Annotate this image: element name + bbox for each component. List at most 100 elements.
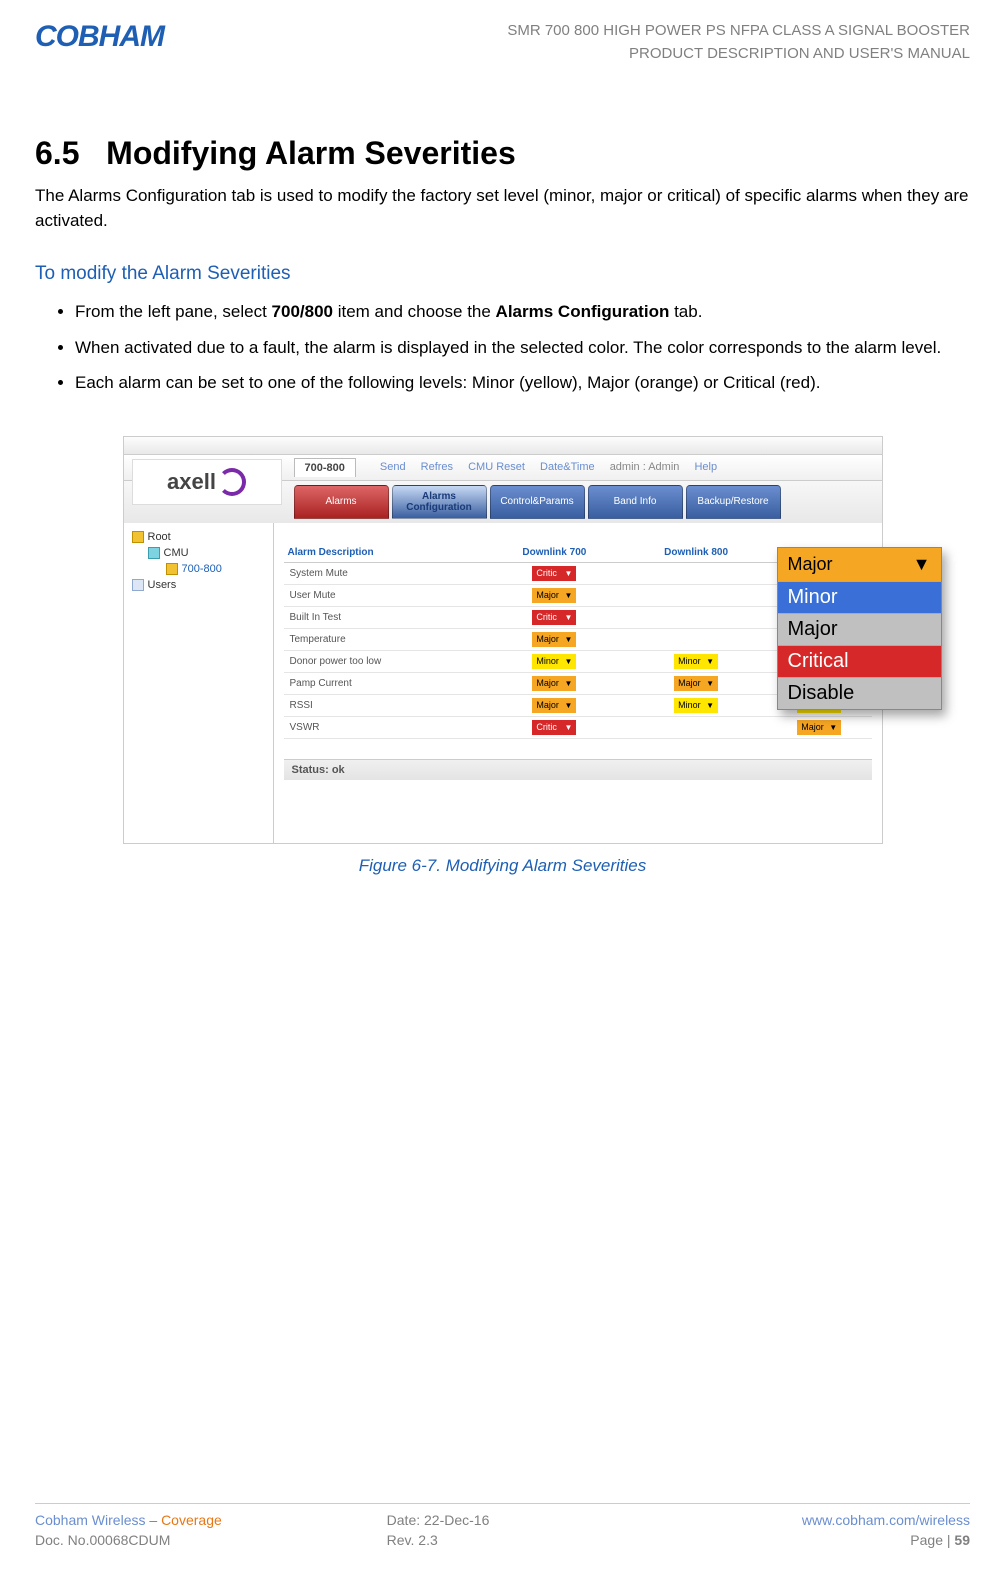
section-number: 6.5 [35, 135, 79, 171]
page-footer: Cobham Wireless – Coverage Date: 22-Dec-… [35, 1503, 970, 1548]
severity-cell: Major ▼ [484, 672, 626, 694]
severity-dropdown[interactable]: Critic ▼ [532, 566, 576, 581]
severity-cell: Major▼ [767, 716, 872, 738]
tab-alarms[interactable]: Alarms [294, 485, 389, 519]
tree-users[interactable]: Users [130, 577, 267, 593]
text: tab. [669, 302, 702, 321]
text: From the left pane, select [75, 302, 272, 321]
cmu-reset-link[interactable]: CMU Reset [468, 461, 525, 473]
severity-cell [625, 716, 767, 738]
chevron-down-icon: ▼ [564, 635, 572, 644]
severity-option-disable[interactable]: Disable [778, 677, 941, 709]
severity-cell: Major▼ [484, 584, 626, 606]
chevron-down-icon: ▼ [564, 723, 572, 732]
severity-label: Major [678, 678, 701, 688]
severity-label: Major [536, 678, 559, 688]
chevron-down-icon: ▼ [564, 591, 572, 600]
cobham-logo: COBHAM [35, 20, 164, 54]
instruction-item: Each alarm can be set to one of the foll… [75, 370, 970, 396]
tab-control-params[interactable]: Control&Params [490, 485, 585, 519]
tab-alarms-configuration[interactable]: Alarms Configuration [392, 485, 487, 519]
axell-swirl-icon [218, 468, 246, 496]
severity-dropdown[interactable]: Major ▼ [532, 698, 576, 713]
tab-band-info[interactable]: Band Info [588, 485, 683, 519]
alarm-description: Pamp Current [284, 672, 484, 694]
severity-dropdown[interactable]: Major▼ [797, 720, 841, 735]
severity-cell [625, 562, 767, 584]
footer-rev: Rev. 2.3 [347, 1532, 659, 1548]
section-title-text: Modifying Alarm Severities [106, 135, 516, 171]
chevron-down-icon: ▼ [564, 657, 572, 666]
severity-label: Major [536, 700, 559, 710]
severity-dropdown[interactable]: Minor ▼ [674, 654, 718, 669]
topbar-links: Send Refres CMU Reset Date&Time admin : … [380, 461, 729, 473]
footer-text: Page | [910, 1532, 954, 1548]
footer-company: Cobham Wireless – Coverage [35, 1512, 347, 1528]
alarm-description: Donor power too low [284, 650, 484, 672]
refresh-link[interactable]: Refres [421, 461, 453, 473]
severity-dropdown[interactable]: Critic▼ [532, 720, 576, 735]
chevron-down-icon: ▼ [706, 679, 714, 688]
severity-dropdown[interactable]: Minor▼ [674, 698, 718, 713]
status-bar: Status: ok [284, 759, 872, 780]
tab-backup-restore[interactable]: Backup/Restore [686, 485, 781, 519]
severity-dropdown[interactable]: Major ▼ [532, 632, 576, 647]
axell-logo: axell [132, 459, 282, 505]
severity-label: Critic [536, 568, 557, 578]
doc-header: SMR 700 800 HIGH POWER PS NFPA CLASS A S… [507, 20, 970, 65]
alarm-description: RSSI [284, 694, 484, 716]
severity-option-major[interactable]: Major [778, 613, 941, 645]
tree-700-800[interactable]: 700-800 [130, 561, 267, 577]
admin-label: admin : Admin [610, 461, 680, 473]
folder-icon [166, 563, 178, 575]
instruction-item: From the left pane, select 700/800 item … [75, 299, 970, 325]
severity-cell [625, 584, 767, 606]
help-link[interactable]: Help [694, 461, 717, 473]
text-bold: 700/800 [272, 302, 333, 321]
users-icon [132, 579, 144, 591]
tree-cmu[interactable]: CMU [130, 545, 267, 561]
severity-cell: Minor ▼ [625, 650, 767, 672]
tree-label: Users [148, 579, 177, 591]
severity-cell: Critic▼ [484, 606, 626, 628]
severity-dropdown-popup: Major ▼ Minor Major Critical Disable [777, 547, 942, 710]
footer-page: Page | 59 [658, 1532, 970, 1548]
chevron-down-icon: ▼ [564, 701, 572, 710]
severity-option-minor[interactable]: Minor [778, 581, 941, 613]
severity-dropdown[interactable]: Major ▼ [532, 676, 576, 691]
severity-dropdown[interactable]: Minor▼ [532, 654, 576, 669]
severity-cell: Minor▼ [625, 694, 767, 716]
chevron-down-icon: ▼ [564, 679, 572, 688]
doc-header-line2: PRODUCT DESCRIPTION AND USER'S MANUAL [507, 43, 970, 66]
severity-dropdown[interactable]: Major ▼ [674, 676, 718, 691]
severity-cell: Critic ▼ [484, 562, 626, 584]
severity-label: Minor [678, 656, 701, 666]
tree-root[interactable]: Root [130, 529, 267, 545]
tree-sidebar: Root CMU 700-800 Users [124, 523, 274, 843]
chevron-down-icon: ▼ [564, 569, 572, 578]
tree-label: 700-800 [182, 563, 222, 575]
chevron-down-icon: ▼ [706, 657, 714, 666]
tree-label: Root [148, 531, 171, 543]
col-alarm-description: Alarm Description [284, 543, 484, 563]
col-downlink-800: Downlink 800 [625, 543, 767, 563]
instruction-item: When activated due to a fault, the alarm… [75, 335, 970, 361]
alarm-description: VSWR [284, 716, 484, 738]
alarm-description: User Mute [284, 584, 484, 606]
send-link[interactable]: Send [380, 461, 406, 473]
severity-dropdown-selected[interactable]: Major ▼ [778, 548, 941, 581]
severity-label: Minor [678, 700, 701, 710]
severity-label: Major [536, 634, 559, 644]
severity-dropdown[interactable]: Critic▼ [532, 610, 576, 625]
section-heading: 6.5 Modifying Alarm Severities [35, 135, 970, 172]
section-intro: The Alarms Configuration tab is used to … [35, 184, 970, 233]
alarm-description: System Mute [284, 562, 484, 584]
topbar-device-tab[interactable]: 700-800 [294, 458, 356, 477]
datetime-link[interactable]: Date&Time [540, 461, 595, 473]
severity-cell: Major ▼ [484, 694, 626, 716]
footer-url: www.cobham.com/wireless [658, 1512, 970, 1528]
severity-dropdown[interactable]: Major▼ [532, 588, 576, 603]
footer-text: Cobham Wireless [35, 1512, 145, 1528]
severity-cell: Minor▼ [484, 650, 626, 672]
severity-option-critical[interactable]: Critical [778, 645, 941, 677]
